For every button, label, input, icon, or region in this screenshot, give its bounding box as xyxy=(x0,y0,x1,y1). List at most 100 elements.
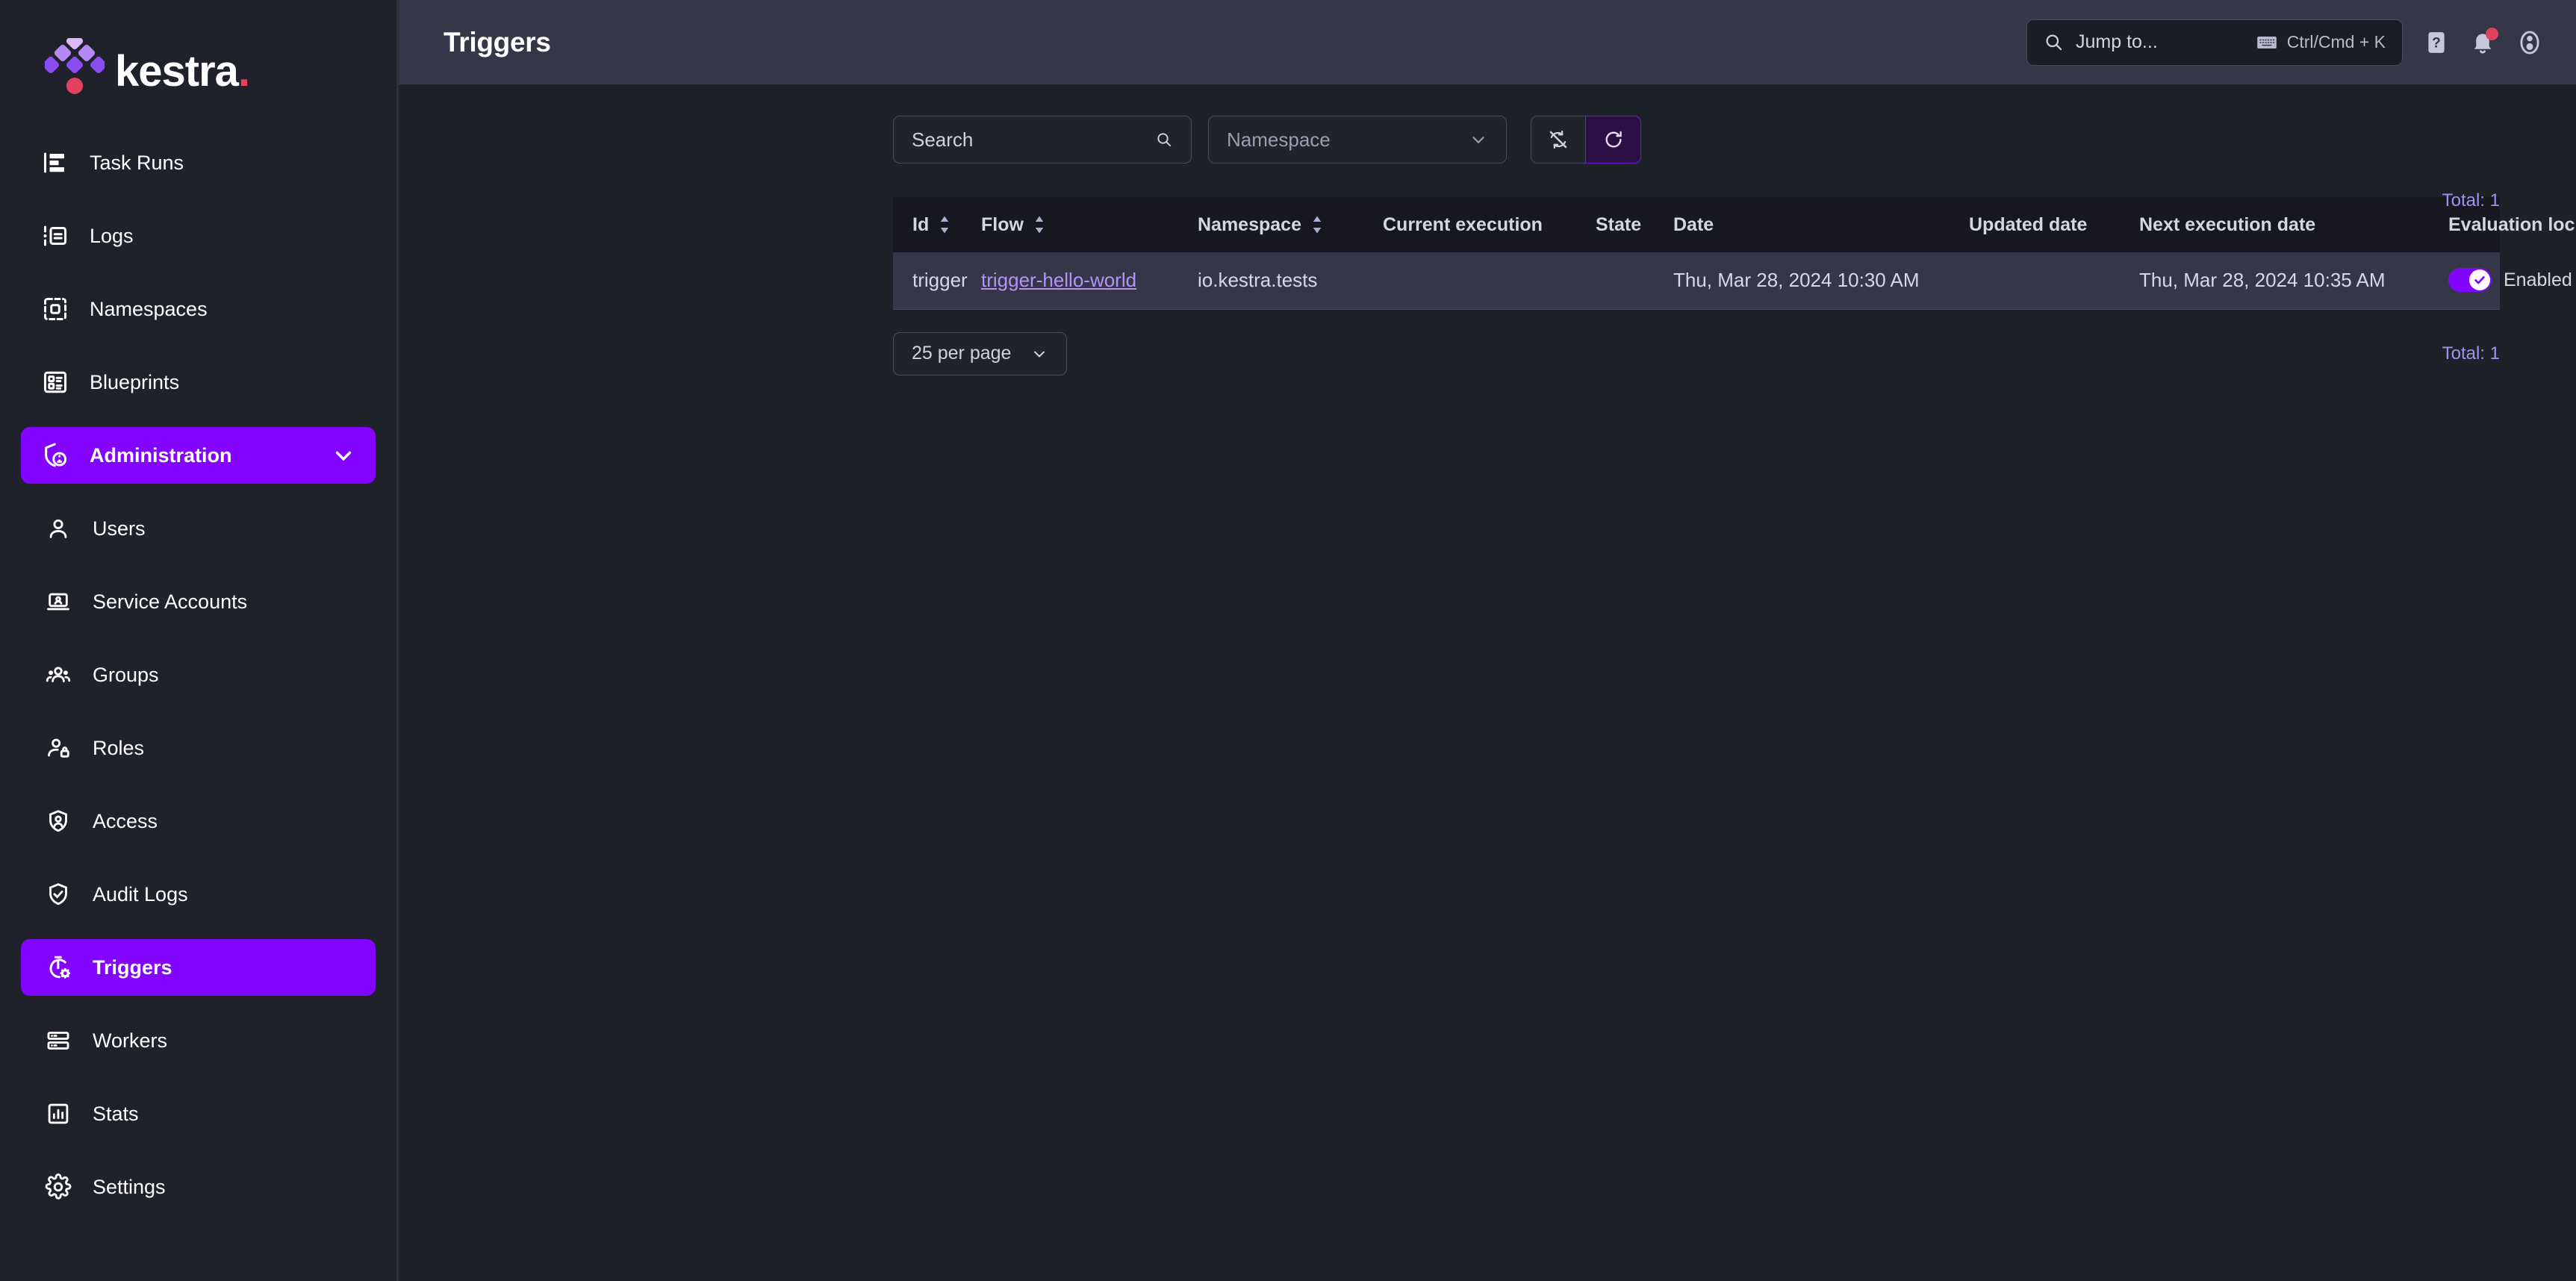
chevron-down-icon xyxy=(1469,130,1488,149)
search-placeholder: Search xyxy=(912,128,974,151)
sidebar-item-logs[interactable]: Logs xyxy=(21,208,376,264)
auto-refresh-toggle-button[interactable] xyxy=(1531,116,1586,163)
sidebar-item-workers[interactable]: Workers xyxy=(21,1012,376,1069)
column-label: Date xyxy=(1673,214,1714,235)
sidebar-item-blueprints[interactable]: Blueprints xyxy=(21,354,376,411)
keyboard-icon xyxy=(2256,34,2277,51)
notification-badge xyxy=(2486,27,2498,40)
sidebar-item-label: Settings xyxy=(93,1175,166,1198)
cell-enabled: Enabled xyxy=(2448,252,2572,310)
sidebar-item-namespaces[interactable]: Namespaces xyxy=(21,281,376,337)
toggle-knob xyxy=(2469,269,2490,291)
sidebar-item-label: Namespaces xyxy=(90,297,208,320)
chevron-down-icon[interactable] xyxy=(331,443,356,468)
column-header-namespace[interactable]: Namespace xyxy=(1198,197,1383,252)
triggers-table: Id Flow Namespace Current execution Stat… xyxy=(893,197,2576,310)
bell-icon[interactable] xyxy=(2470,27,2498,55)
sort-icon[interactable] xyxy=(1310,215,1324,234)
cell-next-execution-date: Thu, Mar 28, 2024 10:35 AM xyxy=(2139,252,2448,310)
service-account-icon xyxy=(43,587,73,617)
refresh-button-group xyxy=(1531,116,1641,163)
access-shield-icon xyxy=(43,806,73,836)
jump-to-placeholder: Jump to... xyxy=(2076,31,2158,52)
sidebar-item-stats[interactable]: Stats xyxy=(21,1085,376,1142)
flow-link[interactable]: trigger-hello-world xyxy=(981,269,1136,291)
app-root: kestra. Task Runs Logs Namespaces Bluepr… xyxy=(0,0,2576,1281)
cell-date: Thu, Mar 28, 2024 10:30 AM xyxy=(1673,252,1969,310)
search-icon xyxy=(1155,131,1173,149)
logo-dot xyxy=(66,78,83,94)
refresh-button[interactable] xyxy=(1586,116,1641,163)
sidebar-item-roles[interactable]: Roles xyxy=(21,720,376,776)
total-count-top: Total: 1 xyxy=(2442,190,2500,211)
total-count-bottom: Total: 1 xyxy=(2442,343,2500,364)
sidebar-item-users[interactable]: Users xyxy=(21,500,376,557)
sidebar-item-access[interactable]: Access xyxy=(21,793,376,850)
column-label: Updated date xyxy=(1969,214,2088,235)
topbar-actions: Jump to... Ctrl/Cmd + K ? xyxy=(2026,19,2543,66)
column-header-current-execution: Current execution xyxy=(1383,197,1596,252)
enabled-toggle[interactable] xyxy=(2448,268,2492,293)
groups-icon xyxy=(43,660,73,690)
search-icon xyxy=(2044,32,2064,52)
sidebar-item-label: Access xyxy=(93,809,158,832)
user-icon xyxy=(43,514,73,543)
table-row[interactable]: trigger trigger-hello-world io.kestra.te… xyxy=(893,252,2572,310)
sidebar-item-label: Triggers xyxy=(93,956,172,979)
column-header-flow[interactable]: Flow xyxy=(981,197,1198,252)
kestra-logo[interactable]: kestra. xyxy=(45,38,250,96)
sidebar-item-label: Workers xyxy=(93,1029,168,1052)
chevron-down-icon xyxy=(1030,345,1048,363)
sidebar-item-administration[interactable]: Administration xyxy=(21,427,376,484)
cell-current-execution xyxy=(1383,252,1596,310)
jump-to-search[interactable]: Jump to... Ctrl/Cmd + K xyxy=(2026,19,2403,66)
shortcut-hint: Ctrl/Cmd + K xyxy=(2256,32,2386,52)
table-body: trigger trigger-hello-world io.kestra.te… xyxy=(893,252,2572,310)
cell-flow: trigger-hello-world xyxy=(981,252,1198,310)
main-content: Triggers Jump to... Ctrl/Cmd + K ? Searc… xyxy=(399,0,2576,1281)
column-label: Next execution date xyxy=(2139,214,2316,235)
sidebar-item-label: Administration xyxy=(90,443,232,467)
column-header-date: Date xyxy=(1673,197,1969,252)
sidebar-item-label: Blueprints xyxy=(90,370,180,393)
column-label: Id xyxy=(912,214,930,235)
enabled-toggle-wrap: Enabled xyxy=(2448,268,2572,293)
namespace-select[interactable]: Namespace xyxy=(1208,116,1507,163)
column-label: Current execution xyxy=(1383,214,1543,235)
stats-icon xyxy=(43,1099,73,1129)
roles-icon xyxy=(43,733,73,763)
column-label: Evaluation lock date xyxy=(2448,214,2576,235)
sidebar-item-audit-logs[interactable]: Audit Logs xyxy=(21,866,376,923)
sort-icon[interactable] xyxy=(938,215,951,234)
page-title: Triggers xyxy=(444,26,551,57)
sidebar-item-settings[interactable]: Settings xyxy=(21,1159,376,1215)
table-footer: 25 per page Total: 1 xyxy=(893,331,2500,375)
sidebar-item-label: Stats xyxy=(93,1102,139,1125)
help-icon[interactable]: ? xyxy=(2424,30,2449,55)
kestra-logo-mark xyxy=(45,38,105,96)
column-header-id[interactable]: Id xyxy=(893,197,981,252)
sidebar-item-task-runs[interactable]: Task Runs xyxy=(21,134,376,191)
logo-wordmark: kestra. xyxy=(115,50,250,93)
sort-icon[interactable] xyxy=(1033,215,1046,234)
logo-area[interactable]: kestra. xyxy=(0,0,396,134)
search-input[interactable]: Search xyxy=(893,116,1192,163)
sidebar-item-groups[interactable]: Groups xyxy=(21,646,376,703)
sidebar-item-label: Service Accounts xyxy=(93,590,248,613)
sidebar-item-label: Task Runs xyxy=(90,151,184,174)
administration-icon xyxy=(40,440,70,470)
per-page-label: 25 per page xyxy=(912,343,1012,364)
sidebar: kestra. Task Runs Logs Namespaces Bluepr… xyxy=(0,0,399,1281)
cell-state xyxy=(1596,252,1673,310)
sidebar-item-triggers[interactable]: Triggers xyxy=(21,939,376,996)
topbar: Triggers Jump to... Ctrl/Cmd + K ? xyxy=(399,0,2576,84)
sidebar-item-service-accounts[interactable]: Service Accounts xyxy=(21,573,376,630)
triggers-table-wrap: Id Flow Namespace Current execution Stat… xyxy=(893,197,2576,310)
namespace-placeholder: Namespace xyxy=(1227,128,1331,151)
column-label: Namespace xyxy=(1198,214,1301,235)
sidebar-item-label: Users xyxy=(93,517,146,540)
per-page-select[interactable]: 25 per page xyxy=(893,331,1068,375)
cell-id: trigger xyxy=(893,252,981,310)
auto-refresh-off-icon xyxy=(1548,129,1569,150)
account-icon[interactable] xyxy=(2516,29,2543,56)
